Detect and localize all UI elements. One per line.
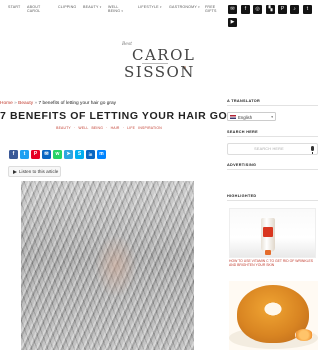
pinterest-share-icon[interactable]: P (31, 150, 40, 159)
translator-heading: A TRANSLATOR (227, 99, 261, 103)
nav-item-about-carol[interactable]: ABOUT CAROL (27, 5, 43, 13)
chevron-down-icon: ▾ (159, 5, 162, 9)
search-placeholder: SEARCH HERE (254, 147, 284, 151)
post-categories[interactable]: BEAUTY · WELL BEING · HAIR · LIFE INSPIR… (0, 126, 218, 130)
sidebar-divider (227, 200, 318, 201)
facebook-icon[interactable]: f (241, 5, 250, 14)
twitter-share-icon[interactable]: t (20, 150, 29, 159)
instagram-icon[interactable]: ◎ (253, 5, 262, 14)
nav-label: GASTRONOMY (169, 5, 197, 9)
product-cap (265, 250, 271, 255)
twitter-icon[interactable]: t (303, 5, 312, 14)
chevron-down-icon: ▾ (198, 5, 200, 9)
play-icon (13, 169, 17, 174)
sidebar-divider (227, 169, 318, 170)
highlight-card-image[interactable] (229, 281, 318, 350)
breadcrumb-separator: » (34, 101, 38, 106)
nav-item-clipping[interactable]: CLIPPING (58, 5, 76, 9)
nav-label: LIFESTYLE (138, 5, 159, 9)
breadcrumb-beauty[interactable]: Beauty (18, 101, 33, 106)
search-input[interactable]: SEARCH HERE (227, 143, 318, 155)
nav-item-free-gifts[interactable]: FREE GIFTS (205, 5, 217, 13)
advertising-heading: ADVERTISING (227, 163, 257, 167)
breadcrumb-current: 7 benefits of letting your hair go gray (38, 101, 117, 106)
sidebar-divider (227, 136, 318, 137)
nav-label: FREE GIFTS (205, 5, 217, 14)
linkedin-share-icon[interactable]: in (86, 150, 95, 159)
email-icon[interactable]: ✉ (228, 5, 237, 14)
whatsapp-share-icon[interactable]: w (53, 150, 62, 159)
listen-label: Listen to this article (19, 169, 59, 175)
telegram-share-icon[interactable]: ➤ (64, 150, 73, 159)
hero-image-gray-hair (21, 181, 194, 350)
email-share-icon[interactable]: ✉ (42, 150, 51, 159)
skype-share-icon[interactable]: S (75, 150, 84, 159)
chevron-down-icon: ▾ (121, 9, 124, 14)
tiktok-icon[interactable]: ♪ (290, 5, 299, 14)
chevron-down-icon: ▾ (271, 114, 273, 119)
listen-article-button[interactable]: Listen to this article (8, 166, 61, 177)
top-navigation: START ABOUT CAROL CLIPPING BEAUTY ▾ WELL… (0, 5, 318, 27)
search-heading: SEARCH HERE (227, 130, 258, 134)
nav-label: START (8, 5, 21, 9)
microphone-stand (312, 151, 313, 154)
sidebar-divider (227, 105, 318, 106)
breadcrumb: Home » Beauty » 7 benefits of letting yo… (0, 101, 116, 106)
nav-item-beauty[interactable]: BEAUTY ▾ (83, 5, 101, 9)
microphone-icon[interactable] (311, 146, 314, 151)
flipboard-icon[interactable]: ▚ (266, 5, 275, 14)
post-title: 7 BENEFITS OF LETTING YOUR HAIR GO GRAY (0, 110, 263, 122)
nav-label: ABOUT CAROL (27, 5, 41, 14)
chevron-down-icon: ▾ (99, 5, 102, 9)
us-flag-icon (230, 115, 236, 119)
product-label (263, 227, 273, 237)
nav-item-gastronomy[interactable]: GASTRONOMY ▾ (169, 5, 200, 9)
youtube-icon[interactable]: ▶ (228, 18, 237, 27)
messenger-share-icon[interactable]: m (97, 150, 106, 159)
logo-best-text: Best (122, 42, 133, 47)
nav-item-lifestyle[interactable]: LIFESTYLE ▾ (138, 5, 162, 9)
orange-slice (295, 329, 313, 341)
nav-item-start[interactable]: START (8, 5, 20, 9)
pinterest-icon[interactable]: P (278, 5, 287, 14)
language-label: English (238, 114, 253, 120)
highlighted-heading: HIGHLIGHTED (227, 194, 257, 198)
nav-label: CLIPPING (58, 5, 77, 9)
nav-label: WELL BEING (108, 5, 121, 14)
language-select[interactable]: English ▾ (227, 112, 276, 121)
nav-label: BEAUTY (83, 5, 99, 9)
breadcrumb-home[interactable]: Home (0, 101, 13, 106)
highlight-card-caption[interactable]: HOW TO USE VITAMIN C TO GET RID OF WRINK… (229, 259, 318, 268)
nav-item-well-being[interactable]: WELL BEING ▾ (108, 5, 124, 13)
highlight-card-image[interactable] (229, 208, 316, 258)
facebook-share-icon[interactable]: f (9, 150, 18, 159)
breadcrumb-separator: » (14, 101, 17, 106)
logo-sisson-text: SISSON (124, 63, 195, 81)
logo-carol-text: CAROL (132, 46, 196, 64)
